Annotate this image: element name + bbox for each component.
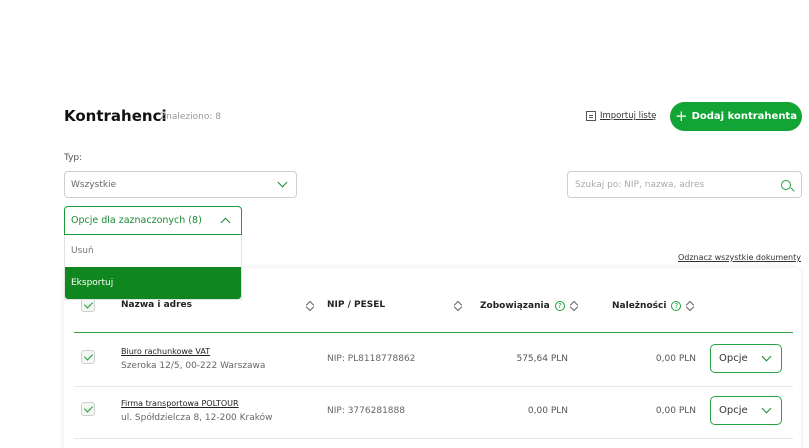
row-options-button[interactable]: Opcje: [710, 344, 782, 373]
results-count: Znaleziono: 8: [160, 112, 221, 122]
contractor-nip: NIP: 3776281888: [327, 406, 405, 416]
sort-icon[interactable]: [306, 300, 314, 312]
contractor-nip: NIP: PL8118778862: [327, 354, 416, 364]
column-header-liabilities[interactable]: Zobowiązania ?: [480, 300, 578, 312]
chevron-down-icon: [761, 403, 772, 414]
row-options-button[interactable]: Opcje: [710, 396, 782, 425]
liabilities-value: 0,00 PLN: [527, 406, 568, 416]
sort-icon[interactable]: [686, 300, 694, 312]
receivables-value: 0,00 PLN: [655, 354, 696, 364]
search-placeholder: Szukaj po: NIP, nazwa, adres: [575, 179, 705, 190]
column-header-receivables[interactable]: Należności ?: [612, 300, 694, 312]
contractor-address: ul. Spółdzielcza 8, 12-200 Kraków: [121, 413, 273, 423]
row-checkbox[interactable]: [81, 402, 95, 416]
chevron-down-icon: [277, 177, 288, 188]
row-divider: [74, 438, 793, 439]
uncheck-all-link[interactable]: Odznacz wszystkie dokumenty: [678, 253, 801, 262]
type-select-value: Wszystkie: [71, 179, 117, 190]
contractor-address: Szeroka 12/5, 00-222 Warszawa: [121, 361, 266, 371]
menu-item-export[interactable]: Eksportuj: [65, 267, 241, 299]
help-icon[interactable]: ?: [554, 301, 565, 311]
selected-options-menu: Usuń Eksportuj: [64, 235, 242, 300]
plus-icon: +: [675, 107, 688, 125]
menu-item-delete[interactable]: Usuń: [65, 235, 241, 267]
help-icon[interactable]: ?: [671, 301, 682, 311]
search-input[interactable]: Szukaj po: NIP, nazwa, adres: [567, 171, 802, 198]
select-all-checkbox[interactable]: [81, 298, 95, 312]
row-checkbox[interactable]: [81, 350, 95, 364]
row-divider: [74, 386, 793, 387]
contractor-name-link[interactable]: Firma transportowa POLTOUR: [121, 399, 239, 408]
column-header-name[interactable]: Nazwa i adres: [121, 300, 192, 310]
column-header-nip[interactable]: NIP / PESEL: [327, 300, 385, 310]
page-title: Kontrahenci: [64, 107, 167, 125]
import-list-label: Importuj listę: [600, 111, 657, 121]
add-contractor-button[interactable]: + Dodaj kontrahenta: [670, 102, 802, 131]
contractor-name-link[interactable]: Biuro rachunkowe VAT: [121, 347, 210, 356]
type-label: Typ:: [64, 153, 83, 163]
search-icon[interactable]: [781, 179, 791, 190]
sort-icon[interactable]: [570, 300, 578, 312]
header-divider: [74, 332, 793, 333]
list-icon: [586, 111, 596, 121]
selected-options-button[interactable]: Opcje dla zaznaczonych (8): [64, 206, 242, 235]
import-list-link[interactable]: Importuj listę: [586, 111, 656, 121]
liabilities-value: 575,64 PLN: [516, 354, 568, 364]
type-select[interactable]: Wszystkie: [64, 171, 297, 198]
chevron-down-icon: [761, 351, 772, 362]
sort-icon[interactable]: [454, 300, 462, 312]
add-contractor-label: Dodaj kontrahenta: [691, 111, 797, 122]
receivables-value: 0,00 PLN: [655, 406, 696, 416]
chevron-up-icon: [220, 217, 231, 228]
selected-options-label: Opcje dla zaznaczonych (8): [71, 215, 202, 226]
